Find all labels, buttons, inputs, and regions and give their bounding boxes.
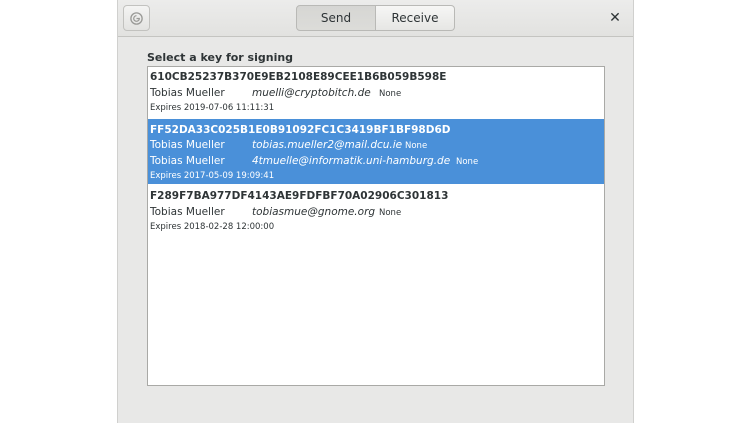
uid-trust: None	[379, 208, 402, 218]
uid-name: Tobias Mueller	[150, 87, 225, 99]
key-expiry: Expires 2018-02-28 12:00:00	[150, 222, 275, 232]
app-menu-button[interactable]	[123, 5, 150, 31]
tab-send[interactable]: Send	[296, 5, 376, 31]
gnome-seahorse-icon	[130, 11, 143, 25]
tab-receive[interactable]: Receive	[376, 5, 455, 31]
key-uid: Tobias Mueller muelli@cryptobitch.de Non…	[148, 87, 604, 103]
key-row-F289F7BA[interactable]: F289F7BA977DF4143AE9FDFBF70A02906C301813…	[148, 184, 604, 236]
key-id: F289F7BA977DF4143AE9FDFBF70A02906C301813	[150, 190, 449, 202]
key-expiry: Expires 2017-05-09 19:09:41	[150, 171, 275, 181]
key-expiry: Expires 2019-07-06 11:11:31	[150, 103, 275, 113]
uid-email: tobias.mueller2@mail.dcu.ie	[252, 139, 403, 151]
key-uid: Tobias Mueller tobias.mueller2@mail.dcu.…	[148, 139, 604, 155]
mode-switcher: Send Receive	[296, 5, 455, 31]
uid-name: Tobias Mueller	[150, 155, 225, 167]
key-row-FF52DA33[interactable]: FF52DA33C025B1E0B91092FC1C3419BF1BF98D6D…	[148, 119, 604, 184]
app-window: Send Receive ✕ Select a key for signing …	[117, 0, 634, 423]
key-list[interactable]: 610CB25237B370E9EB2108E89CEE1B6B059B598E…	[147, 66, 605, 386]
uid-name: Tobias Mueller	[150, 206, 225, 218]
key-row-610CB252[interactable]: 610CB25237B370E9EB2108E89CEE1B6B059B598E…	[148, 67, 604, 119]
uid-name: Tobias Mueller	[150, 139, 225, 151]
key-id: FF52DA33C025B1E0B91092FC1C3419BF1BF98D6D	[150, 124, 451, 136]
header-bar: Send Receive ✕	[118, 0, 633, 37]
key-uid: Tobias Mueller 4tmuelle@informatik.uni-h…	[148, 155, 604, 171]
key-uid: Tobias Mueller tobiasmue@gnome.org None	[148, 206, 604, 222]
key-id: 610CB25237B370E9EB2108E89CEE1B6B059B598E	[150, 71, 447, 83]
uid-trust: None	[379, 89, 402, 99]
close-button[interactable]: ✕	[605, 8, 625, 28]
uid-email: tobiasmue@gnome.org	[252, 206, 376, 218]
uid-email: muelli@cryptobitch.de	[252, 87, 371, 99]
key-list-label: Select a key for signing	[147, 51, 294, 64]
uid-trust: None	[405, 141, 428, 151]
close-icon: ✕	[609, 10, 621, 26]
uid-email: 4tmuelle@informatik.uni-hamburg.de	[252, 155, 451, 167]
uid-trust: None	[456, 157, 479, 167]
